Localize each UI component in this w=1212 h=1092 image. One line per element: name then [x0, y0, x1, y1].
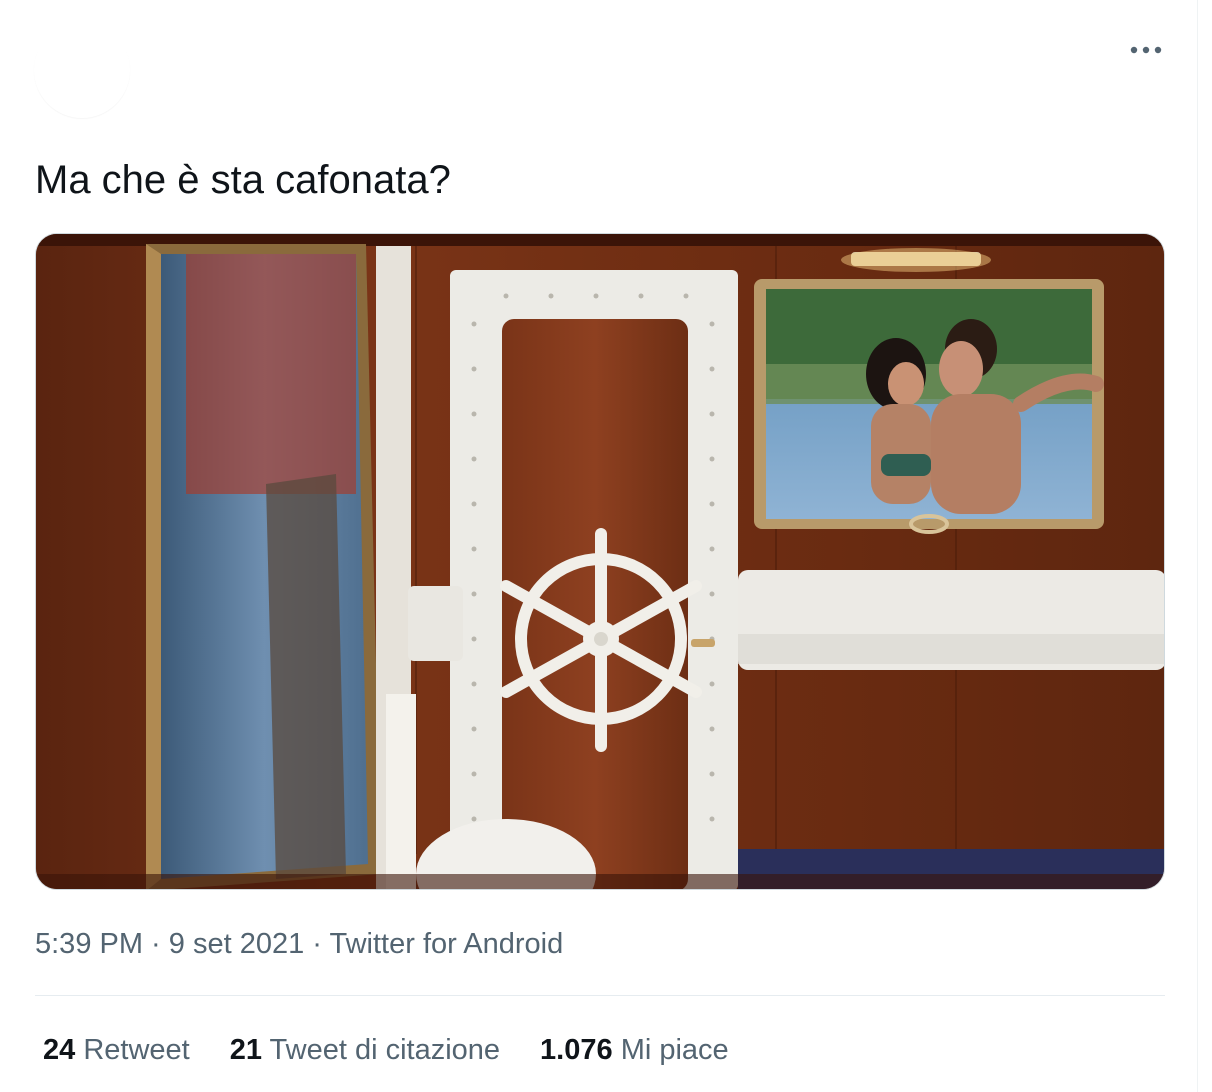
likes-stat[interactable]: 1.076 Mi piace: [540, 1030, 729, 1070]
photo-illustration: [36, 234, 1164, 889]
avatar[interactable]: [34, 22, 130, 118]
meta-separator: ·: [304, 928, 330, 960]
likes-label: Mi piace: [620, 1034, 729, 1066]
tweet-source[interactable]: Twitter for Android: [329, 928, 563, 960]
retweets-label: Retweet: [83, 1034, 190, 1066]
tweet-time[interactable]: 5:39 PM: [35, 928, 143, 960]
quotes-stat[interactable]: 21 Tweet di citazione: [230, 1030, 500, 1070]
likes-count: 1.076: [540, 1034, 613, 1066]
retweets-stat[interactable]: 24 Retweet: [43, 1030, 190, 1070]
quotes-label: Tweet di citazione: [269, 1034, 501, 1066]
tweet-text: Ma che è sta cafonata?: [35, 158, 451, 202]
quotes-count: 21: [229, 1034, 262, 1066]
tweet-photo[interactable]: [35, 233, 1165, 890]
tweet-date[interactable]: 9 set 2021: [169, 928, 304, 960]
tweet-stats: 24 Retweet 21 Tweet di citazione 1.076 M…: [43, 1030, 769, 1070]
retweets-count: 24: [43, 1034, 76, 1066]
more-horizontal-icon: [1130, 46, 1162, 54]
divider: [35, 995, 1165, 996]
tweet-meta: 5:39 PM · 9 set 2021 · Twitter for Andro…: [35, 924, 563, 964]
more-options-button[interactable]: [1126, 36, 1166, 64]
meta-separator: ·: [143, 928, 169, 960]
tweet-card: Ma che è sta cafonata? 5:39 PM · 9 set 2…: [0, 0, 1198, 1092]
